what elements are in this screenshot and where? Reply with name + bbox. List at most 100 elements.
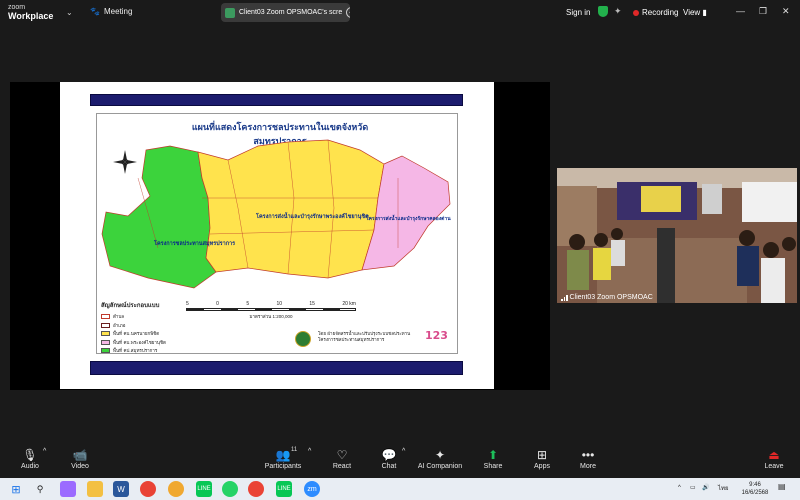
legend-swatch	[101, 348, 110, 353]
share-screen-icon: ⬆	[487, 448, 499, 462]
react-label: React	[332, 463, 352, 470]
leave-button[interactable]: ⏏ Leave	[762, 448, 786, 470]
legend-item: พื้นที่ คบ.พระองค์ไชยานุชิต	[101, 339, 166, 346]
windows-start-icon[interactable]: ⊞	[8, 481, 24, 497]
ai-companion-label: AI Companion	[417, 463, 463, 470]
meeting-controls-toolbar: 🎙 Audio ^ 📹 Video 👥 11 Participants ^ ♡ …	[0, 446, 800, 478]
ai-companion-button[interactable]: ✦ AI Companion	[416, 448, 464, 470]
language-indicator[interactable]: ไทย	[718, 485, 729, 493]
slide-footer-bar	[90, 361, 463, 375]
tray-chevron-icon[interactable]: ^	[678, 484, 681, 492]
participant-name-label: Client03 Zoom OPSMOAC	[561, 294, 653, 301]
chrome-profile-icon[interactable]	[168, 481, 184, 497]
more-button[interactable]: ••• More	[577, 448, 599, 470]
chevron-down-icon[interactable]: ⌄	[66, 8, 73, 17]
leave-label: Leave	[764, 463, 784, 470]
apps-label: Apps	[534, 463, 550, 470]
zoom-workplace-logo[interactable]: zoom Workplace	[8, 3, 53, 21]
sparkle-icon[interactable]: ✦	[614, 6, 622, 17]
recording-label: Recording	[642, 8, 679, 17]
more-dots-icon: •••	[581, 448, 595, 462]
network-icon[interactable]: ▭	[690, 484, 696, 492]
slide-header-bar	[90, 94, 463, 106]
legend-swatch	[101, 339, 110, 345]
chat-icon: 💬	[381, 448, 397, 462]
share-title: Client03 Zoom OPSMOAC's scre	[239, 9, 343, 16]
participants-button[interactable]: 👥 11 Participants	[263, 447, 303, 470]
legend-item: อำเภอ	[101, 322, 166, 329]
map-legend: สัญลักษณ์ประกอบแบบ ตำบล อำเภอ พื้นที่ คบ…	[101, 300, 166, 356]
sign-in-link[interactable]: Sign in	[566, 8, 590, 17]
scale-bar: 5 0 5 10 15 20 km มาตราส่วน 1:200,000	[186, 301, 356, 320]
notification-icon[interactable]: ▤	[778, 483, 786, 491]
line-alt-icon[interactable]: LINE	[276, 481, 292, 497]
participant-name: Client03 Zoom OPSMOAC	[569, 294, 653, 301]
recording-indicator[interactable]: Recording	[633, 8, 678, 17]
shield-icon[interactable]	[598, 6, 608, 17]
chat-button[interactable]: 💬 Chat	[378, 448, 400, 470]
chrome-alt-icon[interactable]	[248, 481, 264, 497]
apps-button[interactable]: ⊞ Apps	[531, 448, 553, 470]
map-credit: โดย ฝ่ายจัดสรรน้ำและปรับปรุงระบบชลประทาน…	[318, 332, 418, 344]
legend-item: พื้นที่ คบ.นครนายกพิชิต	[101, 330, 166, 337]
anniversary-logo: 123	[425, 329, 448, 342]
legend-swatch	[101, 322, 110, 328]
view-label: View	[683, 8, 701, 17]
whatsapp-icon[interactable]	[222, 481, 238, 497]
legend-item: ตำบล	[101, 313, 166, 320]
clock-date: 16/6/2568	[741, 490, 769, 496]
yellow-area-region	[197, 139, 385, 279]
participants-chevron-icon[interactable]: ^	[308, 448, 311, 455]
region-label: โครงการชลประทานสมุทรปราการ	[153, 239, 235, 247]
video-button[interactable]: 📹 Video	[68, 448, 92, 470]
legend-title: สัญลักษณ์ประกอบแบบ	[101, 302, 160, 309]
legend-swatch	[101, 331, 110, 336]
scale-tick: 0	[216, 301, 219, 307]
meeting-info-button[interactable]: 🐾 Meeting	[90, 7, 132, 16]
legend-label: พื้นที่ คป.สมุทรปราการ	[113, 349, 158, 354]
participants-count: 11	[291, 447, 298, 453]
react-button[interactable]: ♡ React	[330, 448, 354, 470]
brand-name: Workplace	[8, 11, 54, 21]
copilot-icon[interactable]	[60, 481, 76, 497]
view-menu-button[interactable]: View ▮	[683, 8, 707, 17]
clock[interactable]: 9:46 16/6/2568	[738, 481, 772, 497]
apps-icon: ⊞	[536, 448, 548, 462]
legend-item: พื้นที่ คป.สมุทรปราการ	[101, 347, 166, 354]
word-icon[interactable]: W	[113, 481, 129, 497]
green-area-region	[101, 145, 217, 289]
file-explorer-icon[interactable]	[87, 481, 103, 497]
meeting-label: Meeting	[103, 7, 133, 16]
close-icon[interactable]: ✕	[782, 6, 790, 17]
paw-icon: 🐾	[90, 7, 100, 16]
compass-rose-icon	[113, 150, 137, 174]
participant-video-tile[interactable]	[557, 168, 797, 303]
scale-tick: 5	[186, 301, 189, 307]
screen-share-indicator[interactable]: Client03 Zoom OPSMOAC's scre ···	[221, 3, 350, 22]
minimize-icon[interactable]: —	[736, 6, 745, 16]
chat-chevron-icon[interactable]: ^	[402, 448, 405, 455]
chat-label: Chat	[381, 463, 397, 470]
recording-dot-icon	[633, 9, 639, 16]
audio-button[interactable]: 🎙 Audio	[18, 448, 42, 470]
scale-tick: 15	[309, 301, 315, 307]
audio-chevron-icon[interactable]: ^	[43, 448, 46, 455]
scale-bar-graphic	[186, 308, 356, 311]
search-icon[interactable]: ⚲	[32, 481, 48, 497]
department-seal-logo	[295, 331, 311, 347]
zoom-taskbar-icon[interactable]: zm	[304, 481, 320, 497]
scale-ratio: มาตราส่วน 1:200,000	[249, 314, 293, 319]
line-icon[interactable]: LINE	[196, 481, 212, 497]
video-camera-icon: 📹	[72, 448, 88, 462]
more-options-icon[interactable]: ···	[346, 7, 350, 18]
share-button[interactable]: ⬆ Share	[481, 448, 505, 470]
legend-label: พื้นที่ คบ.นครนายกพิชิต	[113, 332, 160, 337]
leave-icon: ⏏	[768, 448, 780, 462]
volume-icon[interactable]: 🔊	[702, 484, 709, 492]
share-app-icon	[225, 7, 235, 18]
chrome-icon[interactable]	[140, 481, 156, 497]
restore-icon[interactable]: ❐	[759, 6, 767, 17]
signal-bars-icon	[561, 294, 568, 301]
video-label: Video	[71, 463, 89, 470]
microphone-icon: 🎙	[22, 448, 38, 462]
